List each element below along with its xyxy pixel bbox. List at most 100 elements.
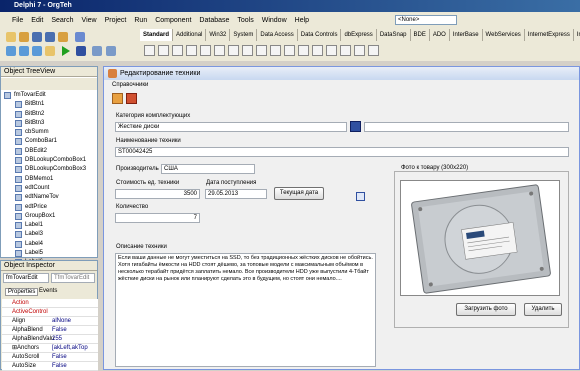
name-field[interactable]: ST00042425 <box>115 147 569 157</box>
desktop-combo[interactable]: <None> <box>395 15 457 25</box>
toggle-form-icon[interactable] <box>32 46 42 56</box>
trace-icon[interactable] <box>106 46 116 56</box>
load-photo-button[interactable]: Загрузить фото <box>456 303 516 316</box>
form-menu-references[interactable]: Справочники <box>112 82 148 88</box>
property-row[interactable]: Action <box>2 299 98 308</box>
palette-tab[interactable]: System <box>230 29 258 41</box>
listbox-icon[interactable] <box>284 45 295 56</box>
delete-photo-button[interactable]: Удалить <box>524 303 562 316</box>
menu-item[interactable]: Edit <box>31 17 43 24</box>
property-row[interactable]: AlphaBlend False <box>2 326 98 335</box>
radiobutton-icon[interactable] <box>270 45 281 56</box>
tree-item[interactable]: DBLookupComboBox3 <box>1 165 97 174</box>
palette-tab[interactable]: Internet <box>574 29 580 41</box>
category-combo-ext[interactable] <box>364 122 569 132</box>
pause-icon[interactable] <box>76 46 86 56</box>
checkbox-icon[interactable] <box>256 45 267 56</box>
new-form-icon[interactable] <box>45 46 55 56</box>
groupbox-icon[interactable] <box>326 45 337 56</box>
tree-item[interactable]: edtNameTov <box>1 193 97 202</box>
menu-item[interactable]: Component <box>155 17 191 24</box>
label-icon[interactable] <box>200 45 211 56</box>
tab-events[interactable]: Events <box>39 288 57 294</box>
view-form-icon[interactable] <box>19 46 29 56</box>
view-unit-icon[interactable] <box>6 46 16 56</box>
property-row[interactable]: ActiveControl <box>2 308 98 317</box>
category-combo[interactable]: Жесткие диски <box>115 122 347 132</box>
panel-icon[interactable] <box>354 45 365 56</box>
tree-item[interactable]: Label4 <box>1 240 97 249</box>
menu-item[interactable]: File <box>12 17 23 24</box>
tree-item[interactable]: DBLookupComboBox1 <box>1 156 97 165</box>
property-row[interactable]: AutoScroll False <box>2 353 98 362</box>
tree-item[interactable]: DBEdit2 <box>1 147 97 156</box>
open-icon[interactable] <box>19 32 29 42</box>
palette-tab[interactable]: InterBase <box>450 29 483 41</box>
palette-tab[interactable]: Win32 <box>206 29 231 41</box>
palette-tab[interactable]: Data Access <box>257 29 298 41</box>
new-icon[interactable] <box>6 32 16 42</box>
project-icon[interactable] <box>75 32 85 42</box>
combobox-icon[interactable] <box>298 45 309 56</box>
tree-item[interactable]: fmTovarEdit <box>1 91 97 100</box>
tree-item[interactable]: GroupBox1 <box>1 212 97 221</box>
tree-item[interactable]: BitBtn1 <box>1 100 97 109</box>
tree-item[interactable]: edtCount <box>1 184 97 193</box>
palette-tab[interactable]: Additional <box>173 29 207 41</box>
property-value[interactable]: [akLeft,akTop <box>52 344 88 353</box>
frames-icon[interactable] <box>158 45 169 56</box>
mainmenu-icon[interactable] <box>172 45 183 56</box>
menu-item[interactable]: Database <box>199 17 229 24</box>
property-row[interactable]: ⊞Anchors [akLeft,akTop <box>2 344 98 353</box>
category-edit-icon[interactable] <box>350 121 361 132</box>
palette-tab[interactable]: ADO <box>430 29 450 41</box>
save-icon[interactable] <box>32 32 42 42</box>
menu-item[interactable]: Project <box>105 17 127 24</box>
description-memo[interactable]: Если ваши данные не могут уместиться на … <box>115 253 376 367</box>
property-row[interactable]: AlphaBlendValu 255 <box>2 335 98 344</box>
palette-tab[interactable]: Data Controls <box>298 29 342 41</box>
inspector-object-combo[interactable]: fmTovarEdit <box>3 273 49 283</box>
folder-icon[interactable] <box>112 93 123 104</box>
pointer-icon[interactable] <box>144 45 155 56</box>
property-row[interactable]: Align alNone <box>2 317 98 326</box>
palette-tab[interactable]: DataSnap <box>377 29 411 41</box>
palette-tab[interactable]: dbExpress <box>341 29 377 41</box>
property-value[interactable]: 255 <box>52 335 62 344</box>
popupmenu-icon[interactable] <box>186 45 197 56</box>
tree-item[interactable]: cbSumm <box>1 128 97 137</box>
palette-tab[interactable]: WebServices <box>483 29 525 41</box>
palette-tab[interactable]: BDE <box>411 29 430 41</box>
memo-icon[interactable] <box>228 45 239 56</box>
tree-item[interactable]: Label3 <box>1 230 97 239</box>
property-value[interactable]: alNone <box>52 317 71 326</box>
current-date-button[interactable]: Текущая дата <box>274 187 324 200</box>
menu-item[interactable]: Window <box>262 17 287 24</box>
tree-item[interactable]: BitBtn2 <box>1 110 97 119</box>
palette-tab[interactable]: InternetExpress <box>525 29 574 41</box>
tree-item[interactable]: DBMemo1 <box>1 175 97 184</box>
step-icon[interactable] <box>92 46 102 56</box>
menu-item[interactable]: Search <box>51 17 73 24</box>
tree-item[interactable]: Label1 <box>1 221 97 230</box>
price-field[interactable]: 3500 <box>115 189 200 199</box>
save-all-icon[interactable] <box>45 32 55 42</box>
menu-item[interactable]: View <box>82 17 97 24</box>
calendar-icon[interactable] <box>356 192 365 201</box>
tree-item[interactable]: BitBtn3 <box>1 119 97 128</box>
maker-combo[interactable]: США <box>161 164 255 174</box>
tree-item[interactable]: edtPrice <box>1 203 97 212</box>
button-icon[interactable] <box>242 45 253 56</box>
scrollbar-icon[interactable] <box>312 45 323 56</box>
tab-properties[interactable]: Properties <box>5 288 39 296</box>
edit-icon[interactable] <box>214 45 225 56</box>
menu-item[interactable]: Tools <box>237 17 253 24</box>
tree-item[interactable]: Label5 <box>1 249 97 258</box>
menu-item[interactable]: Help <box>295 17 309 24</box>
property-value[interactable]: False <box>52 326 67 335</box>
run-icon[interactable] <box>62 46 70 56</box>
date-field[interactable]: 29.05.2013 <box>205 189 267 199</box>
tools-icon[interactable] <box>126 93 137 104</box>
menu-item[interactable]: Run <box>134 17 147 24</box>
open-project-icon[interactable] <box>58 32 68 42</box>
